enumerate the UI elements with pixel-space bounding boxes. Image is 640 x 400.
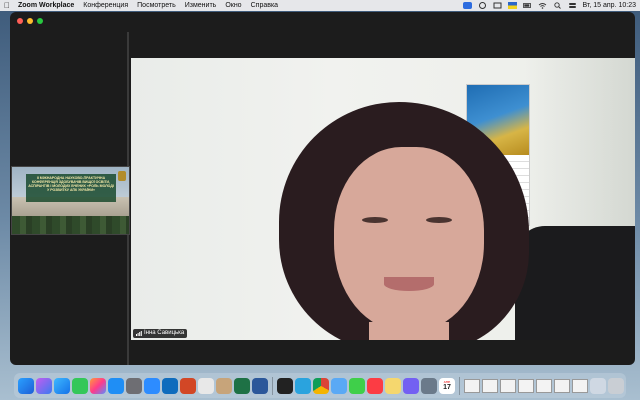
mail-icon[interactable]: [331, 377, 347, 394]
person-eye-left: [362, 217, 388, 223]
app-store-icon[interactable]: [108, 377, 124, 394]
dock-separator: [272, 376, 273, 395]
outlook-icon[interactable]: [162, 377, 178, 394]
emblem-icon: [118, 171, 126, 181]
mirroring-icon[interactable]: [493, 2, 502, 9]
participant-person: [279, 102, 549, 340]
minimized-window-thumb[interactable]: [518, 378, 534, 393]
dock: АПР. 17: [14, 373, 626, 398]
maximize-button[interactable]: [37, 18, 43, 24]
keyboard-layout-flag-icon[interactable]: [507, 2, 517, 9]
dock-separator-2: [459, 376, 460, 395]
minimized-window-thumb[interactable]: [464, 378, 480, 393]
zoom-icon[interactable]: [144, 377, 160, 394]
search-icon[interactable]: [553, 2, 562, 9]
status-area: Вт, 15 апр. 10:23: [462, 0, 636, 11]
zoom-status-icon[interactable]: [462, 2, 472, 9]
preview-icon[interactable]: [421, 377, 437, 394]
menu-conference[interactable]: Конференция: [83, 0, 128, 11]
calendar-app-icon[interactable]: АПР. 17: [439, 377, 455, 394]
messages-icon[interactable]: [349, 377, 365, 394]
participant-name: Інна Савицька: [144, 330, 185, 336]
control-center-icon[interactable]: [568, 2, 577, 9]
viber-icon[interactable]: [403, 377, 419, 394]
downloads-folder-icon[interactable]: [590, 377, 606, 394]
trash-icon[interactable]: [608, 377, 624, 394]
minimized-window-thumb[interactable]: [482, 378, 498, 393]
menu-bar:  Zoom Workplace Конференция Посмотреть …: [0, 0, 640, 11]
excel-icon[interactable]: [234, 377, 250, 394]
archive-icon[interactable]: [216, 377, 232, 394]
notes-app-icon[interactable]: [385, 377, 401, 394]
system-settings-icon[interactable]: [126, 377, 142, 394]
thumbnail-trees: [12, 216, 129, 234]
participant-thumbnail[interactable]: IІ МІЖНАРОДНА НАУКОВО-ПРАКТИЧНА КОНФЕРЕН…: [11, 166, 130, 235]
safari-icon[interactable]: [54, 377, 70, 394]
menu-help[interactable]: Справка: [251, 0, 278, 11]
person-eye-right: [426, 217, 452, 223]
clock[interactable]: Вт, 15 апр. 10:23: [583, 0, 636, 11]
calendar-day: 17: [443, 384, 451, 391]
minimize-button[interactable]: [27, 18, 33, 24]
zoom-window: IІ МІЖНАРОДНА НАУКОВО-ПРАКТИЧНА КОНФЕРЕН…: [10, 12, 635, 365]
facetime-icon[interactable]: [72, 377, 88, 394]
menu-edit[interactable]: Изменить: [185, 0, 217, 11]
window-controls: [17, 18, 43, 24]
photos-icon[interactable]: [90, 377, 106, 394]
terminal-icon[interactable]: [277, 377, 293, 394]
close-button[interactable]: [17, 18, 23, 24]
signal-bars-icon: [136, 331, 142, 336]
powerpoint-icon[interactable]: [180, 377, 196, 394]
minimized-window-thumb[interactable]: [536, 378, 552, 393]
music-icon[interactable]: [367, 377, 383, 394]
person-face: [334, 147, 484, 332]
thumbnail-banner-text: IІ МІЖНАРОДНА НАУКОВО-ПРАКТИЧНА КОНФЕРЕН…: [26, 174, 116, 202]
screen-share-icon[interactable]: [478, 2, 487, 9]
menu-view[interactable]: Посмотреть: [137, 0, 176, 11]
notes-icon[interactable]: [198, 377, 214, 394]
chrome-icon[interactable]: [313, 377, 329, 394]
minimized-window-thumb[interactable]: [572, 378, 588, 393]
main-video[interactable]: Інна Савицька: [131, 58, 635, 340]
participant-name-tag: Інна Савицька: [133, 329, 188, 338]
menu-app-name[interactable]: Zoom Workplace: [18, 0, 74, 11]
launchpad-icon[interactable]: [36, 377, 52, 394]
menu-window[interactable]: Окно: [225, 0, 241, 11]
person-mouth: [384, 277, 434, 291]
finder-icon[interactable]: [18, 377, 34, 394]
wifi-icon[interactable]: [538, 2, 547, 9]
minimized-window-thumb[interactable]: [500, 378, 516, 393]
apple-icon[interactable]: : [4, 0, 10, 11]
word-icon[interactable]: [252, 377, 268, 394]
battery-icon[interactable]: [522, 2, 532, 9]
telegram-icon[interactable]: [295, 377, 311, 394]
minimized-window-thumb[interactable]: [554, 378, 570, 393]
